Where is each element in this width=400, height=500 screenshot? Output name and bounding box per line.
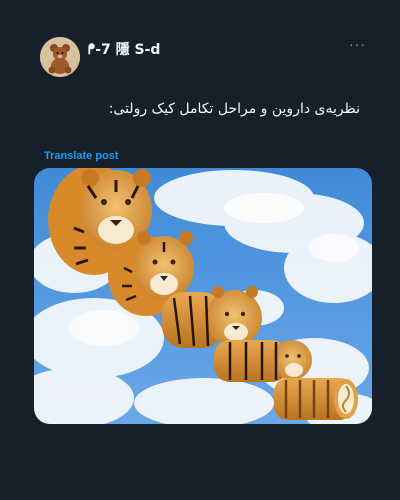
post-image[interactable] [34, 168, 372, 424]
teddy-bear-icon [40, 37, 80, 77]
tiger-roll-cake-image [34, 168, 372, 424]
author-name[interactable]: ᖰ-7 隱 S-d [88, 39, 160, 59]
avatar[interactable] [40, 37, 80, 77]
more-options-icon[interactable]: ··· [349, 36, 366, 52]
tweet: ᖰ-7 隱 S-d ··· نظریه‌ی داروین و مراحل تکا… [0, 0, 400, 500]
translate-post-link[interactable]: Translate post [44, 150, 119, 162]
post-text: نظریه‌ی داروین و مراحل تکامل کیک رولتی: [108, 101, 360, 117]
